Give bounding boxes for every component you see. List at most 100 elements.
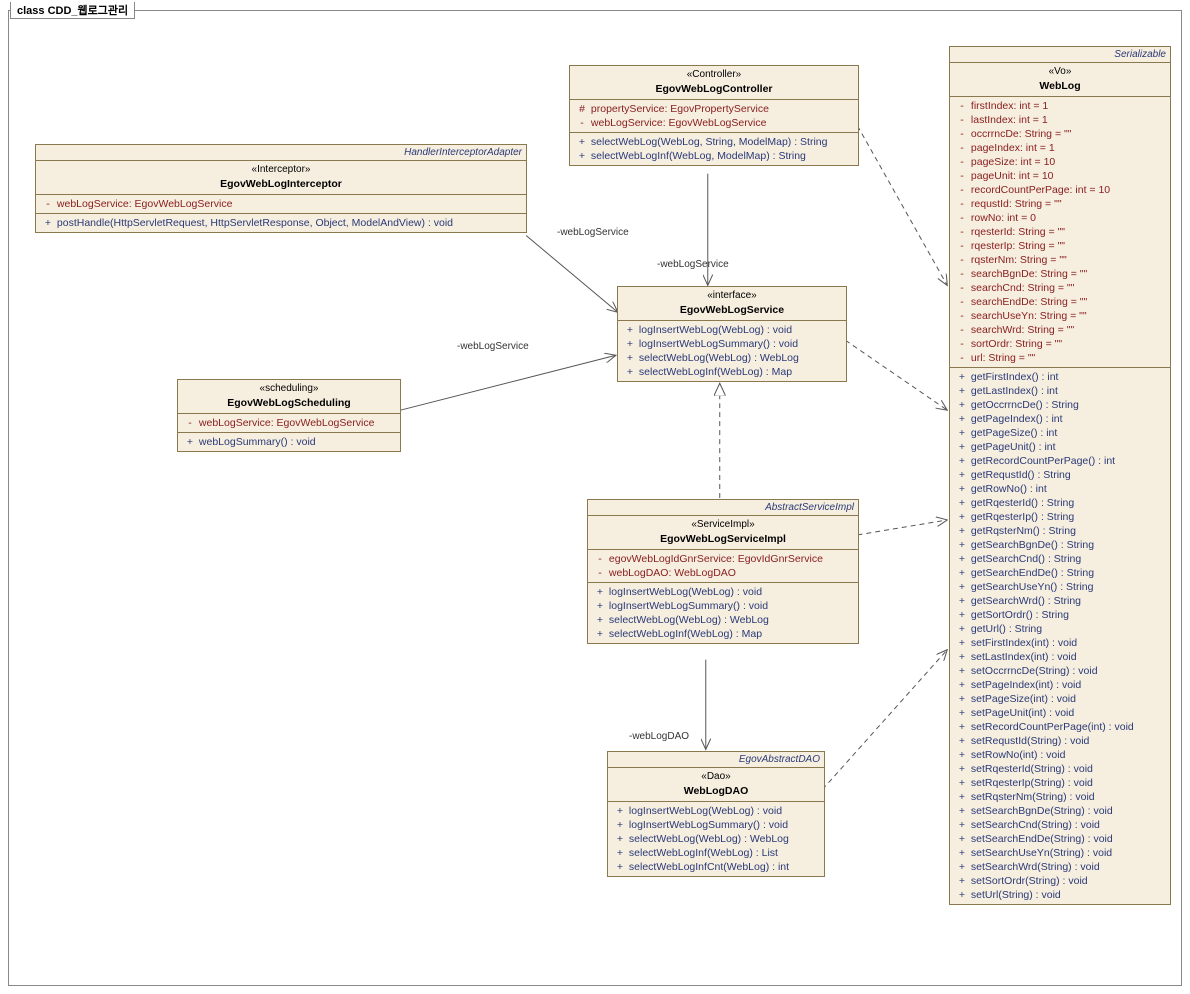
class-header: «Controller» EgovWebLogController — [570, 66, 858, 100]
class-attrs: - firstIndex: int = 1- lastIndex: int = … — [950, 97, 1170, 368]
member-row: + selectWebLogInf(WebLog, ModelMap) : St… — [574, 149, 854, 163]
member-row: + getSortOrdr() : String — [954, 608, 1166, 622]
class-attrs: # propertyService: EgovPropertyService- … — [570, 100, 858, 133]
member-row: + setPageIndex(int) : void — [954, 678, 1166, 692]
class-attrs: - webLogService: EgovWebLogService — [36, 195, 526, 214]
class-controller[interactable]: «Controller» EgovWebLogController # prop… — [569, 65, 859, 166]
member-row: - pageUnit: int = 10 — [954, 169, 1166, 183]
member-row: - requstId: String = "" — [954, 197, 1166, 211]
member-row: + webLogSummary() : void — [182, 435, 396, 449]
class-ops: + logInsertWebLog(WebLog) : void+ logIns… — [618, 321, 846, 381]
member-row: + getRowNo() : int — [954, 482, 1166, 496]
member-row: + getPageUnit() : int — [954, 440, 1166, 454]
member-row: + selectWebLogInfCnt(WebLog) : int — [612, 860, 820, 874]
diagram-title: class CDD_웹로그관리 — [10, 2, 135, 19]
stereotype: «Vo» — [956, 65, 1164, 79]
member-row: - searchWrd: String = "" — [954, 323, 1166, 337]
member-row: + setSearchUseYn(String) : void — [954, 846, 1166, 860]
member-row: + setSearchEndDe(String) : void — [954, 832, 1166, 846]
class-name: EgovWebLogServiceImpl — [594, 532, 852, 546]
diagram-frame: «Controller» EgovWebLogController # prop… — [8, 10, 1182, 986]
member-row: + getOccrrncDe() : String — [954, 398, 1166, 412]
member-row: + logInsertWebLogSummary() : void — [592, 599, 854, 613]
member-row: + getRqesterIp() : String — [954, 510, 1166, 524]
stereotype: «Dao» — [614, 770, 818, 784]
diagram-canvas: «Controller» EgovWebLogController # prop… — [9, 11, 1181, 985]
member-row: + getSearchCnd() : String — [954, 552, 1166, 566]
member-row: - egovWebLogIdGnrService: EgovIdGnrServi… — [592, 552, 854, 566]
member-row: + selectWebLog(WebLog) : WebLog — [592, 613, 854, 627]
class-name: EgovWebLogService — [624, 303, 840, 317]
member-row: - sortOrdr: String = "" — [954, 337, 1166, 351]
member-row: + setLastIndex(int) : void — [954, 650, 1166, 664]
member-row: - searchEndDe: String = "" — [954, 295, 1166, 309]
member-row: + setSortOrdr(String) : void — [954, 874, 1166, 888]
member-row: + setRqsterNm(String) : void — [954, 790, 1166, 804]
member-row: + selectWebLog(WebLog) : WebLog — [622, 351, 842, 365]
class-ops: + webLogSummary() : void — [178, 433, 400, 451]
class-impl[interactable]: AbstractServiceImpl «ServiceImpl» EgovWe… — [587, 499, 859, 644]
member-row: + setPageUnit(int) : void — [954, 706, 1166, 720]
super-label: HandlerInterceptorAdapter — [36, 145, 526, 161]
assoc-label: -webLogService — [657, 259, 729, 270]
stereotype: «ServiceImpl» — [594, 518, 852, 532]
member-row: + setRowNo(int) : void — [954, 748, 1166, 762]
member-row: - url: String = "" — [954, 351, 1166, 365]
class-name: EgovWebLogInterceptor — [42, 177, 520, 191]
class-scheduling[interactable]: «scheduling» EgovWebLogScheduling - webL… — [177, 379, 401, 452]
member-row: + getSearchUseYn() : String — [954, 580, 1166, 594]
member-row: + getUrl() : String — [954, 622, 1166, 636]
member-row: - pageSize: int = 10 — [954, 155, 1166, 169]
member-row: + getSearchWrd() : String — [954, 594, 1166, 608]
member-row: + getRqesterId() : String — [954, 496, 1166, 510]
assoc-label: -webLogDAO — [629, 731, 689, 742]
stereotype: «Interceptor» — [42, 163, 520, 177]
member-row: - rowNo: int = 0 — [954, 211, 1166, 225]
member-row: + setRecordCountPerPage(int) : void — [954, 720, 1166, 734]
member-row: + getPageSize() : int — [954, 426, 1166, 440]
class-service[interactable]: «interface» EgovWebLogService + logInser… — [617, 286, 847, 382]
class-dao[interactable]: EgovAbstractDAO «Dao» WebLogDAO + logIns… — [607, 751, 825, 877]
member-row: + setRqesterId(String) : void — [954, 762, 1166, 776]
member-row: - searchUseYn: String = "" — [954, 309, 1166, 323]
class-ops: + logInsertWebLog(WebLog) : void+ logIns… — [588, 583, 858, 643]
member-row: + setSearchBgnDe(String) : void — [954, 804, 1166, 818]
member-row: + setSearchWrd(String) : void — [954, 860, 1166, 874]
class-interceptor[interactable]: HandlerInterceptorAdapter «Interceptor» … — [35, 144, 527, 233]
class-name: EgovWebLogController — [576, 82, 852, 96]
member-row: + getFirstIndex() : int — [954, 370, 1166, 384]
member-row: + logInsertWebLog(WebLog) : void — [592, 585, 854, 599]
stereotype: «scheduling» — [184, 382, 394, 396]
member-row: + getLastIndex() : int — [954, 384, 1166, 398]
super-label: Serializable — [950, 47, 1170, 63]
class-ops: + postHandle(HttpServletRequest, HttpSer… — [36, 214, 526, 232]
member-row: + getSearchBgnDe() : String — [954, 538, 1166, 552]
class-header: «Interceptor» EgovWebLogInterceptor — [36, 161, 526, 195]
class-ops: + selectWebLog(WebLog, String, ModelMap)… — [570, 133, 858, 165]
member-row: + getPageIndex() : int — [954, 412, 1166, 426]
class-name: EgovWebLogScheduling — [184, 396, 394, 410]
class-name: WebLogDAO — [614, 784, 818, 798]
member-row: + setRequstId(String) : void — [954, 734, 1166, 748]
member-row: + setUrl(String) : void — [954, 888, 1166, 902]
member-row: + selectWebLogInf(WebLog) : Map — [622, 365, 842, 379]
class-vo[interactable]: Serializable «Vo» WebLog - firstIndex: i… — [949, 46, 1171, 905]
class-name: WebLog — [956, 79, 1164, 93]
member-row: + setRqesterIp(String) : void — [954, 776, 1166, 790]
member-row: - rqesterIp: String = "" — [954, 239, 1166, 253]
member-row: - firstIndex: int = 1 — [954, 99, 1166, 113]
member-row: + selectWebLogInf(WebLog) : Map — [592, 627, 854, 641]
member-row: - recordCountPerPage: int = 10 — [954, 183, 1166, 197]
member-row: - webLogService: EgovWebLogService — [182, 416, 396, 430]
class-attrs: - webLogService: EgovWebLogService — [178, 414, 400, 433]
stereotype: «interface» — [624, 289, 840, 303]
member-row: + selectWebLog(WebLog) : WebLog — [612, 832, 820, 846]
member-row: + logInsertWebLogSummary() : void — [622, 337, 842, 351]
class-header: «interface» EgovWebLogService — [618, 287, 846, 321]
class-header: «scheduling» EgovWebLogScheduling — [178, 380, 400, 414]
member-row: - searchCnd: String = "" — [954, 281, 1166, 295]
assoc-label: -webLogService — [457, 341, 529, 352]
member-row: - webLogService: EgovWebLogService — [40, 197, 522, 211]
class-ops: + getFirstIndex() : int+ getLastIndex() … — [950, 368, 1170, 904]
member-row: - rqsterNm: String = "" — [954, 253, 1166, 267]
